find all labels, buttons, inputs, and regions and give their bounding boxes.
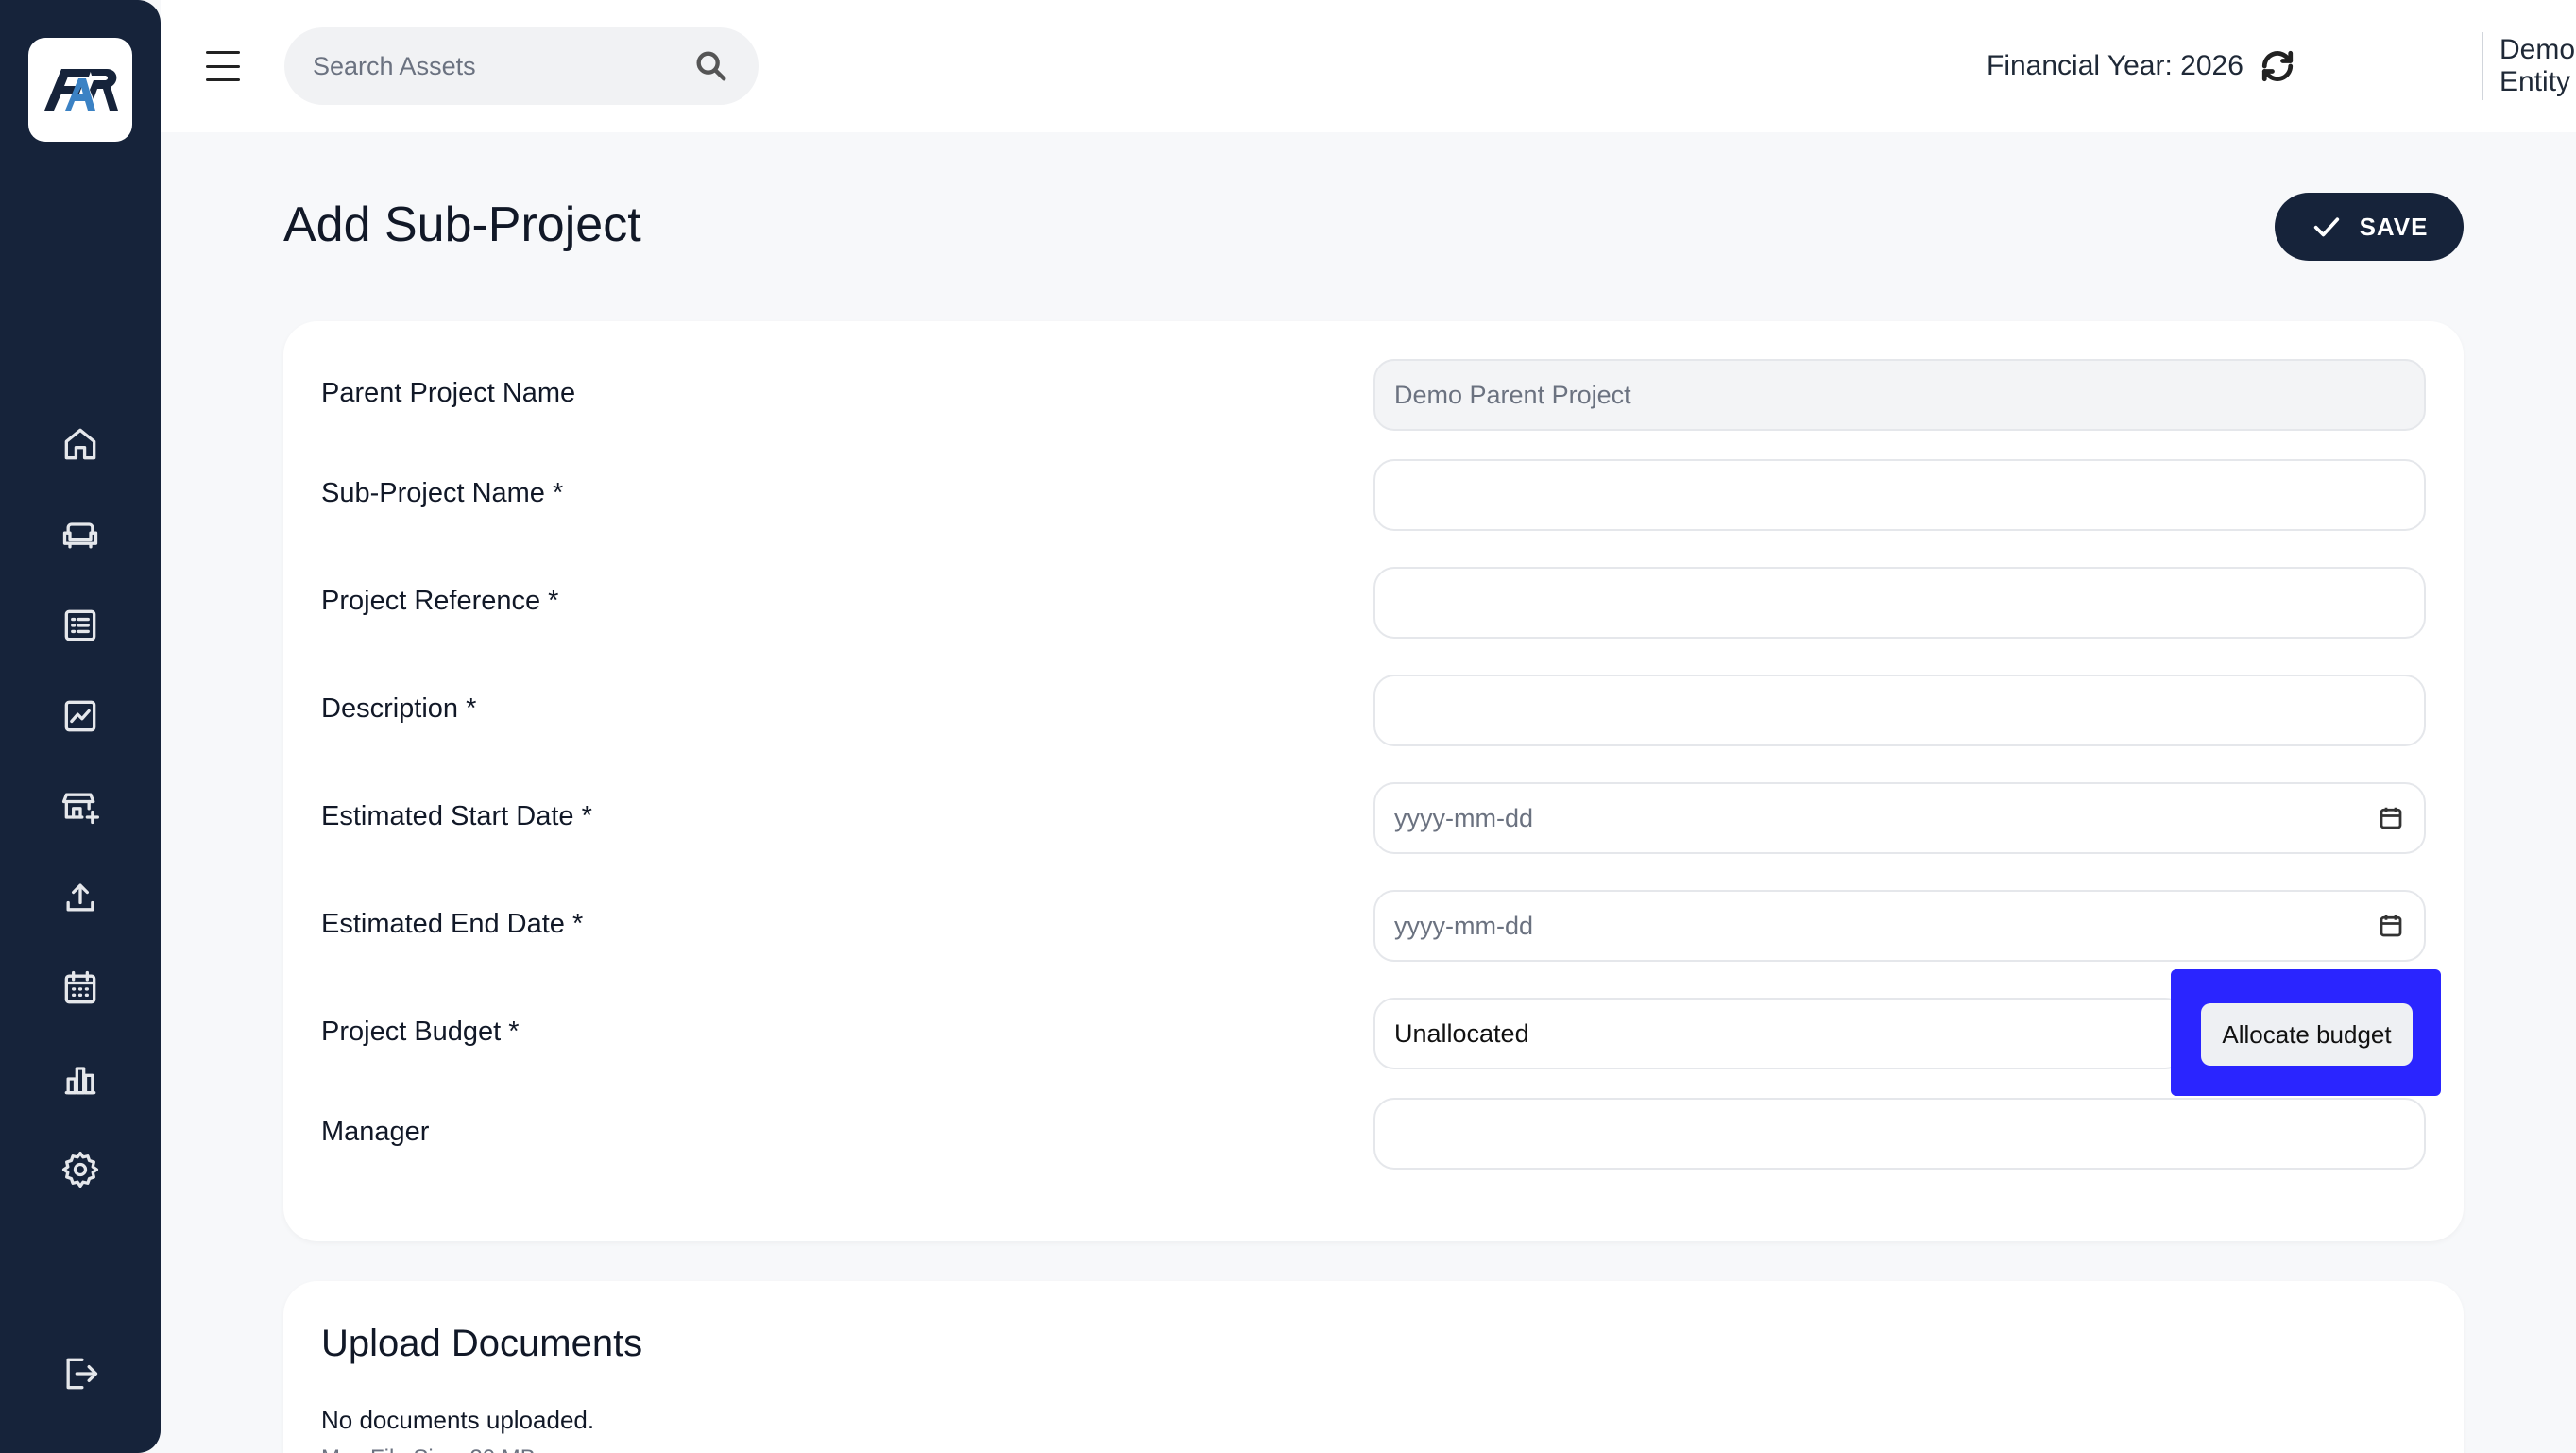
project-budget-label: Project Budget *	[321, 1017, 520, 1047]
manager-input[interactable]	[1373, 1098, 2426, 1170]
allocate-budget-button[interactable]: Allocate budget	[2201, 1003, 2413, 1066]
refresh-icon[interactable]	[2257, 45, 2298, 87]
project-budget-field: Unallocated	[1373, 998, 2186, 1069]
settings-gear-icon[interactable]	[56, 1145, 105, 1194]
save-button-label: SAVE	[2359, 212, 2429, 241]
calendar-icon[interactable]	[56, 964, 105, 1013]
parent-project-field: Demo Parent Project	[1373, 359, 2426, 431]
financial-year-label: Financial Year: 2026	[1987, 50, 2243, 81]
menu-toggle-icon[interactable]	[204, 47, 242, 85]
top-bar: Financial Year: 2026 Demo Entity	[161, 0, 2576, 132]
upload-icon[interactable]	[56, 873, 105, 922]
search-icon[interactable]	[692, 47, 730, 85]
start-date-placeholder: yyyy-mm-dd	[1394, 803, 1533, 832]
bar-chart-icon[interactable]	[56, 1054, 105, 1103]
list-icon[interactable]	[56, 601, 105, 650]
project-reference-label: Project Reference *	[321, 586, 559, 616]
description-input[interactable]	[1373, 675, 2426, 746]
parent-project-value: Demo Parent Project	[1394, 380, 1631, 409]
entity-name: Demo Entity	[2499, 34, 2576, 97]
no-documents-text: No documents uploaded.	[321, 1406, 595, 1434]
entity-selector[interactable]: Demo Entity	[2499, 34, 2576, 97]
project-budget-value: Unallocated	[1394, 1018, 1529, 1048]
far-logo-icon	[44, 69, 118, 111]
parent-project-label: Parent Project Name	[321, 378, 576, 408]
check-icon	[2313, 217, 2339, 237]
financial-year: Financial Year: 2026	[1987, 42, 2298, 91]
end-date-placeholder: yyyy-mm-dd	[1394, 911, 1533, 940]
store-add-icon[interactable]	[56, 782, 105, 831]
sub-project-name-label: Sub-Project Name *	[321, 478, 564, 508]
description-label: Description *	[321, 693, 477, 724]
sidebar	[0, 0, 161, 1453]
search-input[interactable]	[313, 51, 692, 81]
home-icon[interactable]	[56, 419, 105, 469]
calendar-picker-icon[interactable]	[2377, 912, 2405, 940]
search-bar[interactable]	[284, 27, 759, 105]
end-date-label: Estimated End Date *	[321, 909, 584, 939]
header-divider	[2482, 32, 2483, 100]
page-title: Add Sub-Project	[283, 197, 641, 252]
save-button[interactable]: SAVE	[2275, 193, 2464, 261]
project-reference-input[interactable]	[1373, 567, 2426, 639]
upload-documents-title: Upload Documents	[321, 1323, 643, 1364]
max-file-size-text: Max File Size: 20 MB	[321, 1445, 536, 1453]
calendar-picker-icon[interactable]	[2377, 804, 2405, 832]
logout-icon[interactable]	[56, 1349, 105, 1398]
end-date-input[interactable]: yyyy-mm-dd	[1373, 890, 2426, 962]
sub-project-form: Parent Project Name Demo Parent Project …	[283, 321, 2464, 1241]
start-date-label: Estimated Start Date *	[321, 801, 592, 831]
sofa-icon[interactable]	[56, 510, 105, 559]
chart-icon[interactable]	[56, 692, 105, 741]
sub-project-name-input[interactable]	[1373, 459, 2426, 531]
upload-documents-card: Upload Documents No documents uploaded. …	[283, 1281, 2464, 1453]
start-date-input[interactable]: yyyy-mm-dd	[1373, 782, 2426, 854]
app-logo[interactable]	[28, 38, 132, 142]
manager-label: Manager	[321, 1117, 430, 1147]
